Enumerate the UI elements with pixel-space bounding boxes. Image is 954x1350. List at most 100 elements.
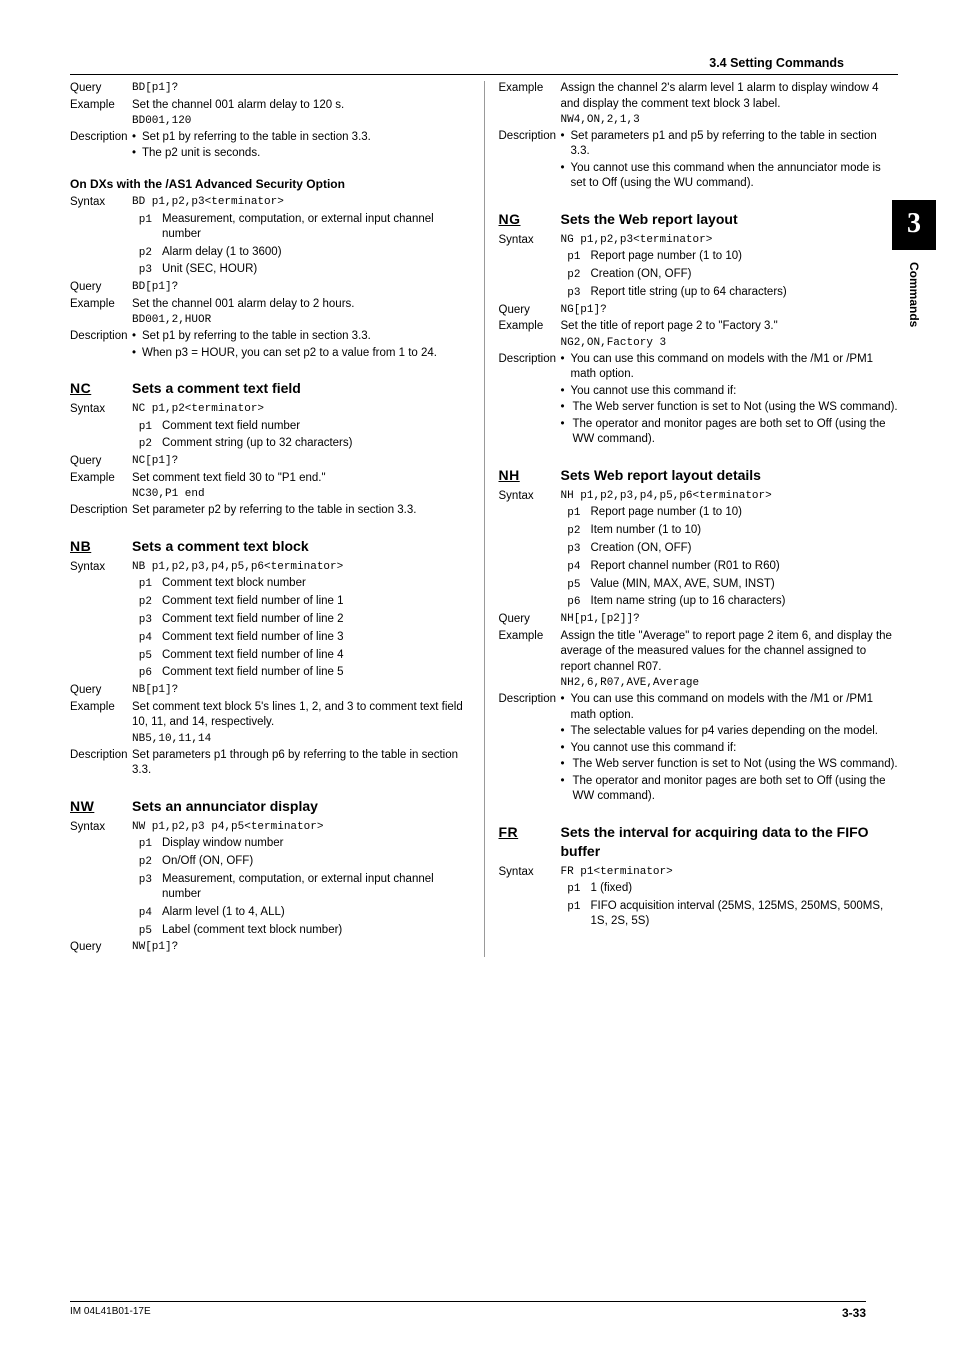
example-label: Example <box>499 81 561 112</box>
nb-example-text: Set comment text block 5's lines 1, 2, a… <box>132 700 470 731</box>
ng-desc-2: You cannot use this command if: <box>561 384 899 400</box>
ng-query: NG[p1]? <box>561 303 899 319</box>
page-footer: IM 04L41B01-17E 3-33 <box>70 1301 866 1320</box>
nb-query: NB[p1]? <box>132 683 470 699</box>
nh-desc-3a: The Web server function is set to Not (u… <box>561 757 899 773</box>
ng-desc-1: You can use this command on models with … <box>561 352 899 383</box>
nb-code: NB <box>70 537 132 556</box>
ng-title: Sets the Web report layout <box>561 210 899 229</box>
fr-p1b: FIFO acquisition interval (25MS, 125MS, … <box>591 899 899 930</box>
nb-title: Sets a comment text block <box>132 537 470 556</box>
syntax-label: Syntax <box>70 560 132 576</box>
syntax-label: Syntax <box>499 233 561 249</box>
nb-p2: Comment text field number of line 1 <box>162 594 470 610</box>
bd-example-text: Set the channel 001 alarm delay to 120 s… <box>132 98 470 114</box>
nh-p1: Report page number (1 to 10) <box>591 505 899 521</box>
nw-p4: Alarm level (1 to 4, ALL) <box>162 905 470 921</box>
nb-p1: Comment text block number <box>162 576 470 592</box>
nw-example-text: Assign the channel 2's alarm level 1 ala… <box>561 81 899 112</box>
desc-label: Description <box>70 329 132 345</box>
section-header: 3.4 Setting Commands <box>709 56 844 70</box>
example-label: Example <box>70 297 132 313</box>
nh-desc-2: The selectable values for p4 varies depe… <box>561 724 899 740</box>
nc-query: NC[p1]? <box>132 454 470 470</box>
nh-syntax: NH p1,p2,p3,p4,p5,p6<terminator> <box>561 489 899 505</box>
footer-doc-id: IM 04L41B01-17E <box>70 1306 151 1320</box>
nw-desc-1: Set parameters p1 and p5 by referring to… <box>561 129 899 160</box>
desc-label: Description <box>70 130 132 146</box>
example-label: Example <box>70 700 132 731</box>
nb-p4: Comment text field number of line 3 <box>162 630 470 646</box>
nh-title: Sets Web report layout details <box>561 466 899 485</box>
ng-example-code: NG2,ON,Factory 3 <box>561 336 899 351</box>
desc-label: Description <box>499 129 561 160</box>
right-column: ExampleAssign the channel 2's alarm leve… <box>499 81 899 957</box>
syntax-label: Syntax <box>499 489 561 505</box>
as1-p3: Unit (SEC, HOUR) <box>162 262 470 278</box>
footer-page-number: 3-33 <box>842 1306 866 1320</box>
ng-syntax: NG p1,p2,p3<terminator> <box>561 233 899 249</box>
nh-p2: Item number (1 to 10) <box>591 523 899 539</box>
ng-desc-2a: The Web server function is set to Not (u… <box>561 400 899 416</box>
nw-query: NW[p1]? <box>132 940 470 956</box>
nh-desc-1: You can use this command on models with … <box>561 692 899 723</box>
nc-p2: Comment string (up to 32 characters) <box>162 436 470 452</box>
ng-example-text: Set the title of report page 2 to "Facto… <box>561 319 899 335</box>
fr-syntax: FR p1<terminator> <box>561 865 899 881</box>
nb-example-code: NB5,10,11,14 <box>132 732 470 747</box>
nc-title: Sets a comment text field <box>132 379 470 398</box>
nc-syntax: NC p1,p2<terminator> <box>132 402 470 418</box>
as1-desc-2: When p3 = HOUR, you can set p2 to a valu… <box>132 346 470 362</box>
nb-p3: Comment text field number of line 2 <box>162 612 470 628</box>
ng-code: NG <box>499 210 561 229</box>
nw-desc-2: You cannot use this command when the ann… <box>561 161 899 192</box>
query-label: Query <box>70 940 132 956</box>
bd-example-code: BD001,120 <box>132 114 470 129</box>
syntax-label: Syntax <box>70 402 132 418</box>
chapter-number: 3 <box>892 200 936 250</box>
as1-heading: On DXs with the /AS1 Advanced Security O… <box>70 176 470 192</box>
nw-syntax: NW p1,p2,p3 p4,p5<terminator> <box>132 820 470 836</box>
query-label: Query <box>499 612 561 628</box>
nc-code: NC <box>70 379 132 398</box>
nc-p1: Comment text field number <box>162 419 470 435</box>
example-label: Example <box>70 471 132 487</box>
as1-query: BD[p1]? <box>132 280 470 296</box>
nb-syntax: NB p1,p2,p3,p4,p5,p6<terminator> <box>132 560 470 576</box>
left-column: QueryBD[p1]? ExampleSet the channel 001 … <box>70 81 470 957</box>
nh-example-code: NH2,6,R07,AVE,Average <box>561 676 899 691</box>
nc-example-text: Set comment text field 30 to "P1 end." <box>132 471 470 487</box>
header-rule <box>70 74 898 75</box>
ng-desc-2b: The operator and monitor pages are both … <box>561 417 899 448</box>
bd-desc-1: Set p1 by referring to the table in sect… <box>132 130 470 146</box>
example-label: Example <box>499 319 561 335</box>
fr-code: FR <box>499 823 561 842</box>
ng-p2: Creation (ON, OFF) <box>591 267 899 283</box>
nh-p6: Item name string (up to 16 characters) <box>591 594 899 610</box>
fr-title: Sets the interval for acquiring data to … <box>561 823 899 861</box>
nb-p5: Comment text field number of line 4 <box>162 648 470 664</box>
nc-example-code: NC30,P1 end <box>132 487 470 502</box>
nh-query: NH[p1,[p2]]? <box>561 612 899 628</box>
query-label: Query <box>70 81 132 97</box>
chapter-text: Commands <box>907 262 921 327</box>
desc-label: Description <box>499 352 561 383</box>
nw-p5: Label (comment text block number) <box>162 923 470 939</box>
syntax-label: Syntax <box>70 820 132 836</box>
desc-label: Description <box>499 692 561 723</box>
nw-example-code: NW4,ON,2,1,3 <box>561 113 899 128</box>
nh-p3: Creation (ON, OFF) <box>591 541 899 557</box>
ng-p1: Report page number (1 to 10) <box>591 249 899 265</box>
nw-title: Sets an annunciator display <box>132 797 470 816</box>
desc-label: Description <box>70 748 132 779</box>
nh-p5: Value (MIN, MAX, AVE, SUM, INST) <box>591 577 899 593</box>
bd-query: BD[p1]? <box>132 81 470 97</box>
nw-p1: Display window number <box>162 836 470 852</box>
nw-p3: Measurement, computation, or external in… <box>162 872 470 903</box>
example-label: Example <box>499 629 561 676</box>
fr-p1a: 1 (fixed) <box>591 881 899 897</box>
nh-p4: Report channel number (R01 to R60) <box>591 559 899 575</box>
nw-p2: On/Off (ON, OFF) <box>162 854 470 870</box>
chapter-tab: 3 Commands <box>892 200 936 380</box>
example-label: Example <box>70 98 132 114</box>
